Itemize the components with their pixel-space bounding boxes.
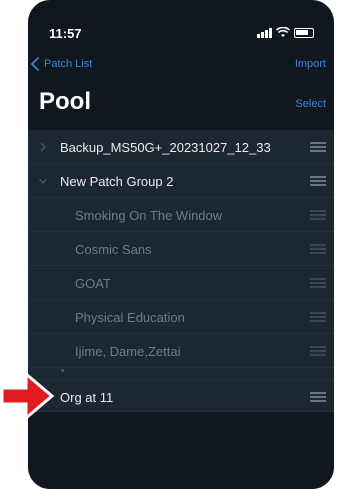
reorder-handle-icon[interactable] xyxy=(310,312,326,322)
chevron-down-icon[interactable] xyxy=(38,175,48,187)
patch-label: GOAT xyxy=(75,276,111,291)
patch-row[interactable]: Smoking On The Window xyxy=(28,198,334,232)
reorder-handle-icon[interactable] xyxy=(310,244,326,254)
group-row-backup[interactable]: Backup_MS50G+_20231027_12_33 xyxy=(28,130,334,164)
battery-icon xyxy=(294,28,314,38)
patch-label: Physical Education xyxy=(75,310,185,325)
status-bar: 11:57 xyxy=(28,0,334,46)
patch-label: Smoking On The Window xyxy=(75,208,223,223)
patch-label: Ijime, Dame,Zettai xyxy=(75,344,181,359)
page-title: Pool xyxy=(39,88,91,115)
reorder-handle-icon[interactable] xyxy=(310,278,326,288)
back-button[interactable]: Patch List xyxy=(28,56,92,72)
patch-label: Cosmic Sans xyxy=(75,242,152,257)
patch-row[interactable]: Physical Education xyxy=(28,300,334,334)
drop-indicator xyxy=(28,368,334,380)
dragging-patch-row[interactable]: Org at 11 xyxy=(28,380,334,412)
empty-list-area xyxy=(28,416,334,489)
patch-label: Org at 11 xyxy=(60,390,114,405)
red-arrow-icon xyxy=(0,370,55,422)
wifi-icon xyxy=(276,27,290,37)
patch-row[interactable]: Cosmic Sans xyxy=(28,232,334,266)
status-icons xyxy=(257,26,314,38)
reorder-handle-icon[interactable] xyxy=(310,210,326,220)
chevron-left-icon xyxy=(30,57,39,71)
reorder-handle-icon[interactable] xyxy=(310,346,326,356)
cellular-signal-icon xyxy=(257,27,272,38)
select-button[interactable]: Select xyxy=(295,98,326,110)
reorder-handle-icon[interactable] xyxy=(310,176,326,186)
status-time: 11:57 xyxy=(49,26,82,41)
back-button-label: Patch List xyxy=(44,58,93,70)
group-label: Backup_MS50G+_20231027_12_33 xyxy=(60,140,271,155)
navigation-bar: Patch List Import xyxy=(28,52,334,78)
group-row-new-patch-group-2[interactable]: New Patch Group 2 xyxy=(28,164,334,198)
patch-row[interactable]: GOAT xyxy=(28,266,334,300)
reorder-handle-icon[interactable] xyxy=(310,392,326,402)
phone-screen: 11:57 Patch List Import Pool Select Back… xyxy=(28,0,334,489)
import-button[interactable]: Import xyxy=(295,58,326,70)
patch-list: Backup_MS50G+_20231027_12_33 New Patch G… xyxy=(28,130,334,412)
drop-dot xyxy=(61,369,64,372)
patch-row[interactable]: Ijime, Dame,Zettai xyxy=(28,334,334,368)
chevron-right-icon[interactable] xyxy=(38,141,48,153)
group-label: New Patch Group 2 xyxy=(60,174,174,189)
reorder-handle-icon[interactable] xyxy=(310,142,326,152)
